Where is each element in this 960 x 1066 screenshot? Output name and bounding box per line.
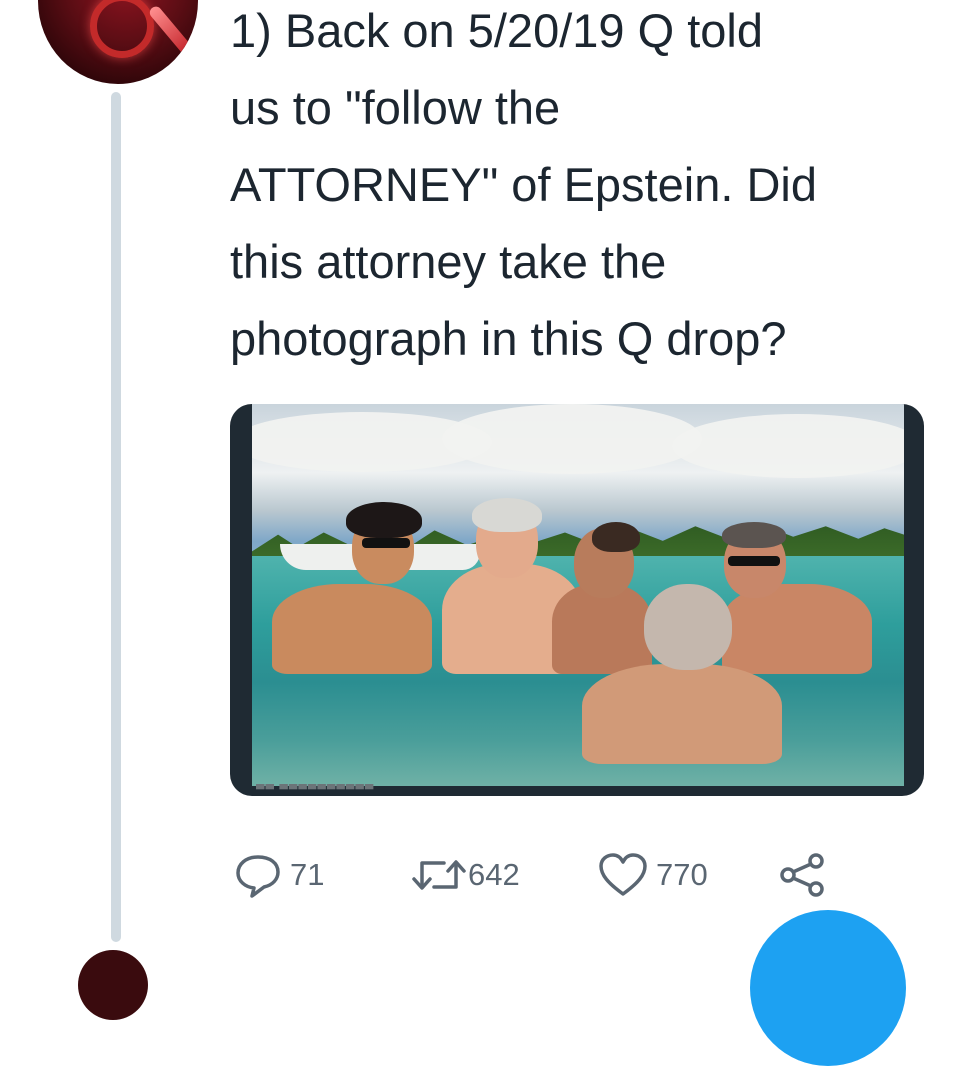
next-tweet-avatar[interactable] — [78, 950, 148, 1020]
compose-fab-button[interactable] — [750, 910, 906, 1066]
beach-photo — [252, 404, 904, 786]
photo-watermark: ▀▀ ▀▀▀▀▀▀▀▀▀▀ — [256, 784, 375, 794]
photo-cloud — [442, 404, 702, 474]
retweet-button[interactable]: 642 — [410, 850, 520, 900]
tweet-text-line: photograph in this Q drop? — [230, 312, 787, 365]
retweet-count: 642 — [468, 857, 520, 892]
tweet-photo[interactable]: ▀▀ ▀▀▀▀▀▀▀▀▀▀ — [230, 404, 924, 796]
reply-icon — [234, 851, 282, 899]
tweet-text-line: this attorney take the — [230, 235, 667, 288]
tweet-text-line: 1) Back on 5/20/19 Q told — [230, 4, 763, 57]
q-logo-tail — [147, 4, 196, 58]
tweet-actions: 71 642 770 — [234, 850, 854, 900]
photo-cloud — [672, 414, 904, 478]
tweet-text: 1) Back on 5/20/19 Q told us to "follow … — [230, 0, 950, 377]
retweet-icon — [410, 853, 468, 897]
reply-count: 71 — [290, 857, 325, 892]
share-icon — [778, 851, 826, 899]
reply-button[interactable]: 71 — [234, 850, 324, 900]
share-button[interactable] — [778, 850, 826, 900]
like-count: 770 — [656, 857, 708, 892]
tweet-text-line: ATTORNEY" of Epstein. Did — [230, 158, 817, 211]
like-button[interactable]: 770 — [598, 850, 708, 900]
thread-line — [111, 92, 121, 942]
heart-icon — [598, 852, 648, 898]
author-avatar[interactable] — [38, 0, 198, 84]
tweet-text-line: us to "follow the — [230, 81, 561, 134]
q-logo-ring — [90, 0, 154, 58]
